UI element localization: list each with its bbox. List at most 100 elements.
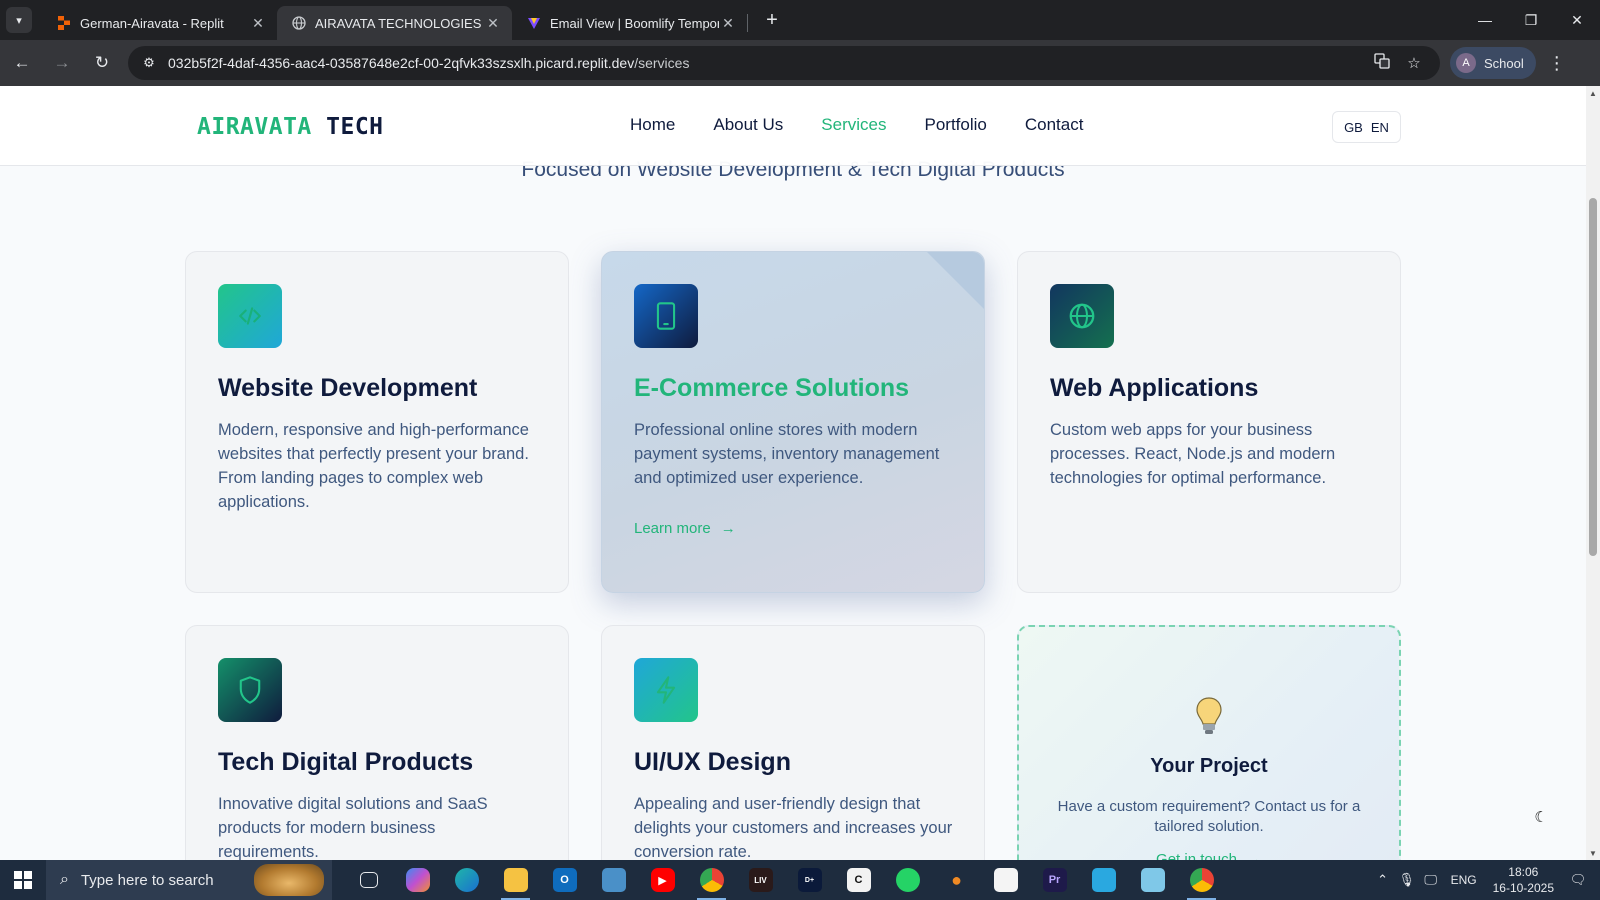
- microphone-icon[interactable]: ●: [932, 860, 981, 900]
- app-icon[interactable]: C: [834, 860, 883, 900]
- whatsapp-icon[interactable]: [883, 860, 932, 900]
- site-info-icon[interactable]: ⚙: [138, 55, 160, 71]
- new-tab-button[interactable]: +: [758, 9, 786, 32]
- nav-home[interactable]: Home: [630, 115, 675, 135]
- windows-taskbar: ⌕ Type here to search O ▶ LIV D+ C ● Pr …: [0, 860, 1600, 900]
- tab-title: AIRAVATA TECHNOLOGIES - Cu: [315, 15, 484, 31]
- system-tray: ⌃ 🎙 🖵 ENG 18:06 16-10-2025 🗨: [1371, 860, 1600, 900]
- more-menu-icon[interactable]: ⋮: [1542, 53, 1572, 74]
- boomlify-icon: [526, 15, 542, 31]
- network-icon[interactable]: 🖵: [1419, 872, 1443, 888]
- reload-icon[interactable]: ↻: [84, 45, 120, 81]
- profile-button[interactable]: A School: [1450, 47, 1536, 79]
- control-panel-icon[interactable]: [589, 860, 638, 900]
- card-description: Professional online stores with modern p…: [634, 421, 940, 487]
- service-card-website-development[interactable]: Website Development Modern, responsive a…: [185, 251, 569, 593]
- back-icon[interactable]: ←: [4, 45, 40, 81]
- browser-tab-bar: ▾ German-Airavata - Replit ✕ AIRAVATA TE…: [0, 0, 1600, 40]
- translate-icon[interactable]: [1366, 53, 1398, 73]
- forward-icon[interactable]: →: [44, 45, 80, 81]
- lightning-icon: [634, 658, 698, 722]
- your-project-card[interactable]: Your Project Have a custom requirement? …: [1017, 625, 1401, 860]
- clock-time: 18:06: [1508, 865, 1539, 879]
- restore-icon[interactable]: ❐: [1508, 0, 1554, 40]
- chrome-profile-icon[interactable]: [1177, 860, 1226, 900]
- task-view-icon[interactable]: [344, 860, 393, 900]
- taskbar-search-box[interactable]: ⌕ Type here to search: [46, 860, 332, 900]
- nav-portfolio[interactable]: Portfolio: [924, 115, 986, 135]
- hotstar-icon[interactable]: D+: [785, 860, 834, 900]
- tab-separator: [747, 14, 748, 32]
- notepad-icon[interactable]: [1128, 860, 1177, 900]
- avatar: A: [1456, 53, 1476, 73]
- scroll-down-icon[interactable]: ▼: [1586, 846, 1600, 860]
- language-switcher[interactable]: GB EN: [1332, 111, 1401, 143]
- file-explorer-icon[interactable]: [491, 860, 540, 900]
- close-icon[interactable]: ✕: [719, 15, 737, 32]
- app-icon[interactable]: [1079, 860, 1128, 900]
- service-card-ui-ux-design[interactable]: UI/UX Design Appealing and user-friendly…: [601, 625, 985, 860]
- flag-label: GB: [1344, 119, 1363, 135]
- service-card-ecommerce[interactable]: E-Commerce Solutions Professional online…: [601, 251, 985, 593]
- globe-icon: [1050, 284, 1114, 348]
- close-window-icon[interactable]: ✕: [1554, 0, 1600, 40]
- minimize-icon[interactable]: —: [1462, 0, 1508, 40]
- microphone-icon[interactable]: 🎙: [1395, 872, 1419, 888]
- replit-icon: [56, 15, 72, 31]
- chevron-up-icon[interactable]: ⌃: [1371, 872, 1395, 888]
- window-controls: — ❐ ✕: [1462, 0, 1600, 40]
- card-title: UI/UX Design: [634, 748, 791, 776]
- profile-label: School: [1484, 55, 1524, 71]
- site-logo[interactable]: AIRAVATA TECH: [197, 114, 384, 140]
- bookmark-star-icon[interactable]: ☆: [1398, 54, 1430, 72]
- search-placeholder: Type here to search: [80, 871, 214, 889]
- windows-start-icon[interactable]: [0, 860, 46, 900]
- chrome-icon[interactable]: [687, 860, 736, 900]
- lightbulb-icon: [1019, 695, 1399, 742]
- clock[interactable]: 18:06 16-10-2025: [1493, 864, 1554, 896]
- globe-icon: [291, 15, 307, 31]
- browser-toolbar: ← → ↻ ⚙ 032b5f2f-4daf-4356-aac4-03587648…: [0, 40, 1600, 86]
- notification-icon[interactable]: 🗨: [1566, 872, 1590, 888]
- tablet-icon: [634, 284, 698, 348]
- tab-german-airavata[interactable]: German-Airavata - Replit ✕: [42, 6, 277, 40]
- clock-date: 16-10-2025: [1492, 881, 1554, 895]
- arrow-right-icon: →: [720, 520, 736, 537]
- card-title: E-Commerce Solutions: [634, 374, 910, 402]
- url-text[interactable]: 032b5f2f-4daf-4356-aac4-03587648e2cf-00-…: [168, 55, 1366, 71]
- tab-airavata-technologies[interactable]: AIRAVATA TECHNOLOGIES - Cu ✕: [277, 6, 512, 40]
- edge-icon[interactable]: [442, 860, 491, 900]
- close-icon[interactable]: ✕: [484, 15, 502, 32]
- service-card-web-applications[interactable]: Web Applications Custom web apps for you…: [1017, 251, 1401, 593]
- premiere-pro-icon[interactable]: Pr: [1030, 860, 1079, 900]
- nav-about-us[interactable]: About Us: [713, 115, 783, 135]
- close-icon[interactable]: ✕: [249, 15, 267, 32]
- service-card-tech-digital-products[interactable]: Tech Digital Products Innovative digital…: [185, 625, 569, 860]
- scroll-up-icon[interactable]: ▲: [1586, 86, 1600, 100]
- card-title: Tech Digital Products: [218, 748, 474, 776]
- sony-liv-icon[interactable]: LIV: [736, 860, 785, 900]
- tab-search-button[interactable]: ▾: [6, 7, 32, 33]
- card-description: Have a custom requirement? Contact us fo…: [1057, 798, 1361, 835]
- tab-title: German-Airavata - Replit: [80, 15, 224, 31]
- paint-icon[interactable]: [981, 860, 1030, 900]
- url-path: /services: [634, 55, 690, 71]
- copilot-icon[interactable]: [393, 860, 442, 900]
- get-in-touch-link[interactable]: Get in touch →: [1019, 851, 1399, 860]
- search-icon: ⌕: [60, 871, 69, 888]
- youtube-icon[interactable]: ▶: [638, 860, 687, 900]
- scrollbar-thumb[interactable]: [1589, 198, 1597, 556]
- outlook-icon[interactable]: O: [540, 860, 589, 900]
- nav-services[interactable]: Services: [821, 115, 886, 135]
- input-language[interactable]: ENG: [1451, 873, 1477, 887]
- language-code: EN: [1370, 119, 1389, 135]
- card-title: Your Project: [1150, 755, 1268, 777]
- main-nav: Home About Us Services Portfolio Contact: [630, 115, 1083, 135]
- page-scrollbar[interactable]: ▲ ▼: [1586, 86, 1600, 860]
- page-viewport: AIRAVATA TECH Home About Us Services Por…: [0, 86, 1586, 860]
- nav-contact[interactable]: Contact: [1025, 115, 1084, 135]
- moon-icon[interactable]: ☾: [1530, 806, 1552, 828]
- tab-email-view[interactable]: Email View | Boomlify Temporar ✕: [512, 6, 747, 40]
- address-bar[interactable]: ⚙ 032b5f2f-4daf-4356-aac4-03587648e2cf-0…: [128, 46, 1440, 80]
- learn-more-link[interactable]: Learn more →: [634, 520, 736, 537]
